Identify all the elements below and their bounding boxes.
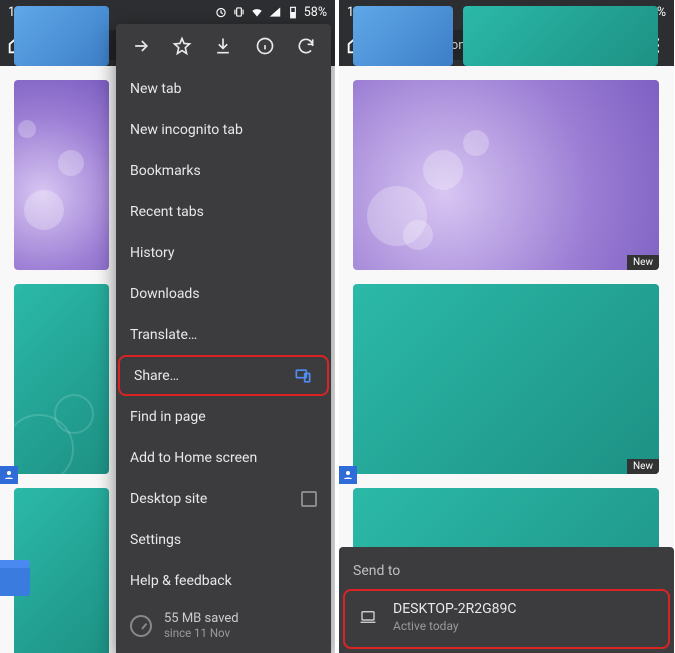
- image-tile[interactable]: [14, 6, 109, 66]
- menu-label: Add to Home screen: [130, 450, 257, 466]
- contributor-badge-icon: [0, 466, 18, 484]
- refresh-icon[interactable]: [296, 36, 316, 56]
- bookmark-star-icon[interactable]: [172, 36, 192, 56]
- menu-item-bookmarks[interactable]: Bookmarks: [116, 150, 331, 191]
- menu-item-share[interactable]: Share…: [118, 355, 329, 396]
- new-badge: New: [627, 255, 659, 270]
- share-sheet: Send to DESKTOP-2R2G89C Active today: [339, 547, 674, 653]
- menu-label: Find in page: [130, 409, 206, 425]
- share-sheet-title: Send to: [339, 547, 674, 589]
- menu-item-find[interactable]: Find in page: [116, 396, 331, 437]
- device-name: DESKTOP-2R2G89C: [393, 601, 516, 617]
- overflow-menu: New tab New incognito tab Bookmarks Rece…: [116, 24, 331, 653]
- menu-label: Downloads: [130, 286, 200, 302]
- menu-label: Bookmarks: [130, 163, 201, 179]
- battery-percent: 58%: [304, 5, 327, 20]
- savings-since: since 11 Nov: [164, 626, 239, 640]
- gauge-icon: [130, 615, 152, 637]
- menu-iconrow: [116, 24, 331, 68]
- image-tile[interactable]: New: [353, 80, 659, 270]
- image-tile[interactable]: [353, 6, 453, 66]
- menu-label: Desktop site: [130, 491, 207, 507]
- menu-item-help[interactable]: Help & feedback: [116, 560, 331, 601]
- menu-item-settings[interactable]: Settings: [116, 519, 331, 560]
- menu-item-history[interactable]: History: [116, 232, 331, 273]
- phone-right: 13:09 58% freepik.com/free-photos-vec 14…: [339, 0, 674, 653]
- alarm-icon: [214, 5, 228, 19]
- menu-item-desktop[interactable]: Desktop site: [116, 478, 331, 519]
- menu-label: Translate…: [130, 327, 197, 343]
- menu-label: Share…: [134, 368, 179, 384]
- image-tile[interactable]: [463, 6, 658, 66]
- download-icon[interactable]: [213, 36, 233, 56]
- savings-amount: 55 MB saved: [164, 611, 239, 626]
- menu-label: History: [130, 245, 175, 261]
- menu-item-recent[interactable]: Recent tabs: [116, 191, 331, 232]
- forward-icon[interactable]: [131, 36, 151, 56]
- contributor-badge-icon: [339, 466, 357, 484]
- menu-label: Settings: [130, 532, 181, 548]
- device-row[interactable]: DESKTOP-2R2G89C Active today: [343, 589, 670, 649]
- wifi-icon: [250, 5, 264, 19]
- data-saver-row[interactable]: 55 MB saved since 11 Nov: [116, 601, 331, 650]
- signal-icon: [268, 5, 282, 19]
- menu-item-incognito[interactable]: New incognito tab: [116, 109, 331, 150]
- gift-icon: [0, 566, 30, 596]
- menu-item-addhome[interactable]: Add to Home screen: [116, 437, 331, 478]
- menu-label: Help & feedback: [130, 573, 232, 589]
- menu-item-translate[interactable]: Translate…: [116, 314, 331, 355]
- checkbox-unchecked-icon[interactable]: [301, 491, 317, 507]
- new-badge: New: [627, 459, 659, 474]
- image-tile[interactable]: [14, 80, 109, 270]
- info-icon[interactable]: [255, 36, 275, 56]
- battery-icon: [286, 5, 300, 19]
- vibrate-icon: [232, 5, 246, 19]
- image-tile[interactable]: [14, 284, 109, 474]
- phone-left: 13:09 58% freepi: [0, 0, 335, 653]
- laptop-icon: [357, 608, 379, 626]
- menu-label: Recent tabs: [130, 204, 204, 220]
- menu-item-newtab[interactable]: New tab: [116, 68, 331, 109]
- image-tile[interactable]: New: [353, 284, 659, 474]
- device-status: Active today: [393, 619, 516, 633]
- menu-label: New tab: [130, 81, 181, 97]
- menu-item-downloads[interactable]: Downloads: [116, 273, 331, 314]
- menu-label: New incognito tab: [130, 122, 243, 138]
- devices-icon: [293, 366, 313, 386]
